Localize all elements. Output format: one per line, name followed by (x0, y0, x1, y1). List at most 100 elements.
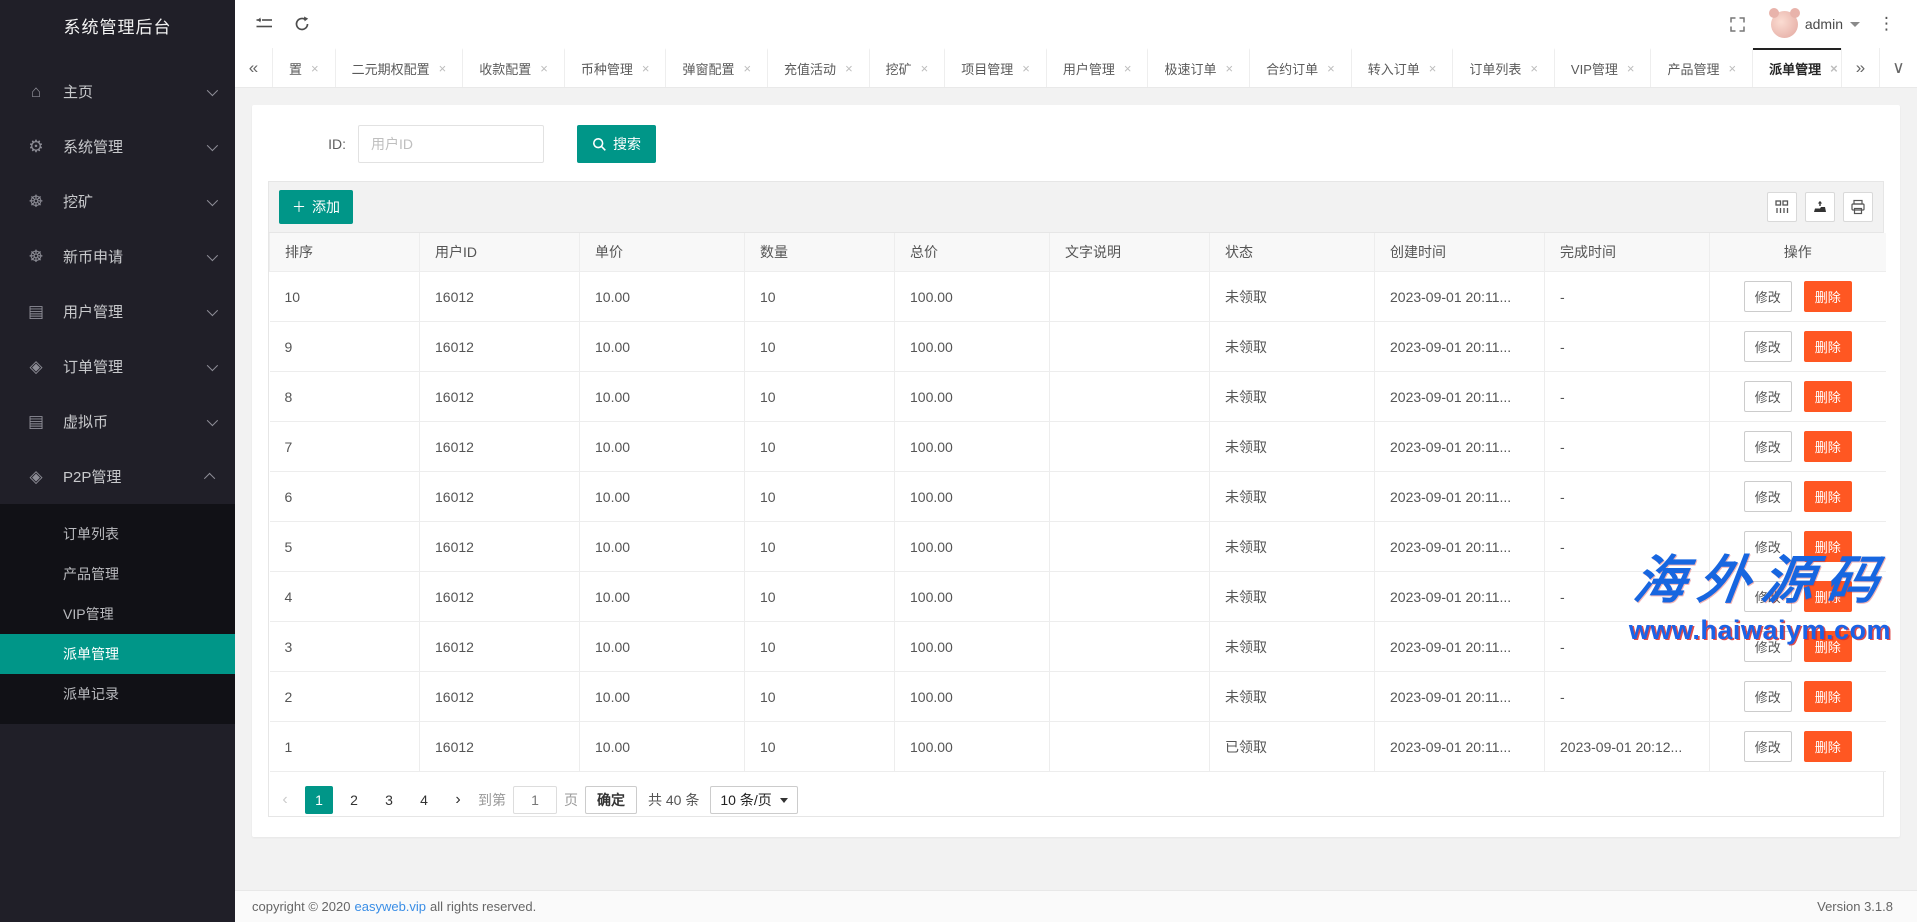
tab[interactable]: 置 × (273, 48, 336, 87)
tab-close-icon[interactable]: × (1627, 61, 1635, 76)
sidebar-item[interactable]: ☸ 挖矿 (0, 174, 235, 229)
cell-finished-time: - (1545, 372, 1710, 422)
tab[interactable]: 极速订单 × (1148, 48, 1250, 87)
tab[interactable]: 合约订单 × (1250, 48, 1352, 87)
tab[interactable]: 收款配置 × (463, 48, 565, 87)
sidebar-item-label: 订单管理 (63, 356, 207, 377)
tabs-scroll-right-button[interactable]: » (1841, 48, 1879, 87)
page-number-button[interactable]: 1 (305, 786, 333, 814)
tab-close-icon[interactable]: × (1226, 61, 1234, 76)
sidebar-subitem[interactable]: 订单列表 (0, 514, 235, 554)
search-input[interactable] (358, 125, 544, 163)
page-number-button[interactable]: 3 (375, 786, 403, 814)
tab-close-icon[interactable]: × (743, 61, 751, 76)
delete-button[interactable]: 删除 (1804, 531, 1852, 562)
delete-button[interactable]: 删除 (1804, 581, 1852, 612)
tabs-collapse-button[interactable]: ∨ (1879, 48, 1917, 87)
tab-close-icon[interactable]: × (540, 61, 548, 76)
sidebar-item[interactable]: ◈ 订单管理 (0, 339, 235, 394)
fullscreen-button[interactable] (1719, 5, 1757, 43)
sidebar-item[interactable]: ⌂ 主页 (0, 64, 235, 119)
sidebar-subitem[interactable]: 派单管理 (0, 634, 235, 674)
prev-page-button[interactable]: ‹ (272, 786, 298, 814)
edit-button[interactable]: 修改 (1744, 631, 1792, 662)
tab-close-icon[interactable]: × (1124, 61, 1132, 76)
tab-close-icon[interactable]: × (1429, 61, 1437, 76)
delete-button[interactable]: 删除 (1804, 381, 1852, 412)
sidebar-item[interactable]: ☸ 新币申请 (0, 229, 235, 284)
tab-close-icon[interactable]: × (921, 61, 929, 76)
tab[interactable]: 产品管理 × (1651, 48, 1753, 87)
add-button[interactable]: ＋ 添加 (279, 190, 353, 224)
export-button[interactable] (1805, 192, 1835, 222)
delete-button[interactable]: 删除 (1804, 431, 1852, 462)
tab[interactable]: 用户管理 × (1047, 48, 1149, 87)
sidebar-item[interactable]: ▤ 虚拟币 (0, 394, 235, 449)
edit-button[interactable]: 修改 (1744, 581, 1792, 612)
tab[interactable]: VIP管理 × (1555, 48, 1652, 87)
delete-button[interactable]: 删除 (1804, 731, 1852, 762)
tab[interactable]: 二元期权配置 × (336, 48, 464, 87)
tab-close-icon[interactable]: × (1530, 61, 1538, 76)
home-icon: ⌂ (26, 82, 46, 102)
tab-close-icon[interactable]: × (845, 61, 853, 76)
delete-button[interactable]: 删除 (1804, 331, 1852, 362)
delete-button[interactable]: 删除 (1804, 681, 1852, 712)
edit-button[interactable]: 修改 (1744, 731, 1792, 762)
sidebar-item[interactable]: ◈ P2P管理 (0, 449, 235, 504)
sidebar-subitem[interactable]: VIP管理 (0, 594, 235, 634)
search-button[interactable]: 搜索 (577, 125, 656, 163)
goto-confirm-button[interactable]: 确定 (585, 786, 637, 814)
sidebar-item[interactable]: ⚙ 系统管理 (0, 119, 235, 174)
tab-label: 产品管理 (1667, 59, 1719, 78)
cell-quantity: 10 (745, 322, 895, 372)
goto-page-input[interactable] (513, 786, 557, 814)
collapse-sidebar-button[interactable] (245, 5, 283, 43)
cell-finished-time: - (1545, 622, 1710, 672)
edit-button[interactable]: 修改 (1744, 381, 1792, 412)
cell-finished-time: - (1545, 322, 1710, 372)
tab[interactable]: 项目管理 × (945, 48, 1047, 87)
tabs-scroll-left-button[interactable]: « (235, 48, 273, 87)
tab-close-icon[interactable]: × (1327, 61, 1335, 76)
cell-sort: 7 (270, 422, 420, 472)
sidebar-subitem[interactable]: 派单记录 (0, 674, 235, 714)
next-page-button[interactable]: › (445, 786, 471, 814)
footer-link[interactable]: easyweb.vip (354, 899, 426, 914)
edit-button[interactable]: 修改 (1744, 281, 1792, 312)
tab[interactable]: 挖矿 × (870, 48, 946, 87)
edit-button[interactable]: 修改 (1744, 531, 1792, 562)
edit-button[interactable]: 修改 (1744, 681, 1792, 712)
tab[interactable]: 弹窗配置 × (666, 48, 768, 87)
tab-close-icon[interactable]: × (1022, 61, 1030, 76)
tab[interactable]: 币种管理 × (565, 48, 667, 87)
tab-close-icon[interactable]: × (642, 61, 650, 76)
user-menu[interactable]: admin (1771, 11, 1860, 38)
page-number-button[interactable]: 2 (340, 786, 368, 814)
sidebar-subitem[interactable]: 产品管理 (0, 554, 235, 594)
tab[interactable]: 派单管理 × (1753, 48, 1841, 87)
print-button[interactable] (1843, 192, 1873, 222)
tab[interactable]: 订单列表 × (1453, 48, 1555, 87)
tab-close-icon[interactable]: × (439, 61, 447, 76)
delete-button[interactable]: 删除 (1804, 281, 1852, 312)
tab-close-icon[interactable]: × (311, 61, 319, 76)
search-field-label: ID: (268, 136, 346, 152)
tab[interactable]: 充值活动 × (768, 48, 870, 87)
delete-button[interactable]: 删除 (1804, 481, 1852, 512)
cell-actions: 修改 删除 (1710, 572, 1886, 622)
refresh-button[interactable] (283, 5, 321, 43)
delete-button[interactable]: 删除 (1804, 631, 1852, 662)
more-options-button[interactable]: ⋮ (1874, 14, 1899, 34)
edit-button[interactable]: 修改 (1744, 481, 1792, 512)
pagination: ‹ 1234 › 到第 页 确定 共 40 条 10 条/页 (269, 772, 1883, 816)
sidebar-item[interactable]: ▤ 用户管理 (0, 284, 235, 339)
tab[interactable]: 转入订单 × (1352, 48, 1454, 87)
tab-close-icon[interactable]: × (1729, 61, 1737, 76)
page-number-button[interactable]: 4 (410, 786, 438, 814)
edit-button[interactable]: 修改 (1744, 331, 1792, 362)
page-size-select[interactable]: 10 条/页 (710, 786, 797, 814)
tab-close-icon[interactable]: × (1830, 61, 1838, 76)
columns-toggle-button[interactable] (1767, 192, 1797, 222)
edit-button[interactable]: 修改 (1744, 431, 1792, 462)
